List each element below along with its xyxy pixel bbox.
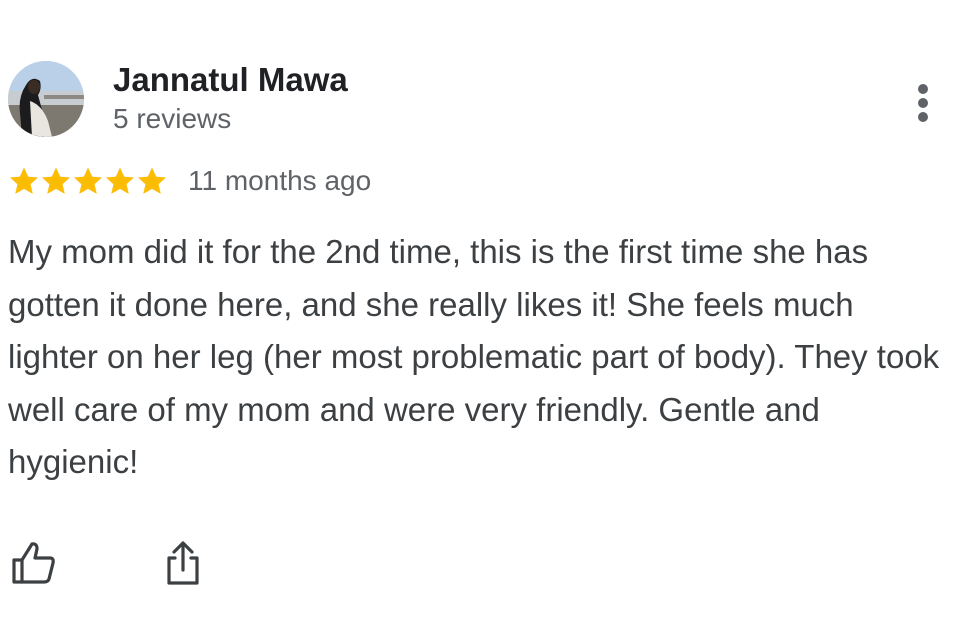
like-button[interactable] [10, 540, 56, 586]
more-vert-icon-dot [918, 98, 928, 108]
more-vert-icon-dot [918, 112, 928, 122]
thumbs-up-icon [12, 542, 55, 584]
review-timestamp: 11 months ago [188, 165, 372, 196]
more-vert-icon [918, 84, 928, 94]
avatar[interactable] [8, 61, 84, 137]
star-icon [74, 167, 102, 194]
reviewer-name[interactable]: Jannatul Mawa [113, 60, 348, 100]
review-count[interactable]: 5 reviews [113, 102, 231, 136]
star-icon [10, 167, 39, 194]
share-button[interactable] [163, 540, 203, 586]
star-icon [106, 167, 134, 194]
star-icon [42, 167, 70, 194]
star-rating [8, 165, 168, 197]
review-text: My mom did it for the 2nd time, this is … [8, 233, 940, 480]
share-icon [167, 541, 199, 585]
rating-row: 11 months ago [8, 163, 371, 199]
star-icon [138, 167, 166, 194]
more-options-button[interactable] [906, 80, 940, 126]
